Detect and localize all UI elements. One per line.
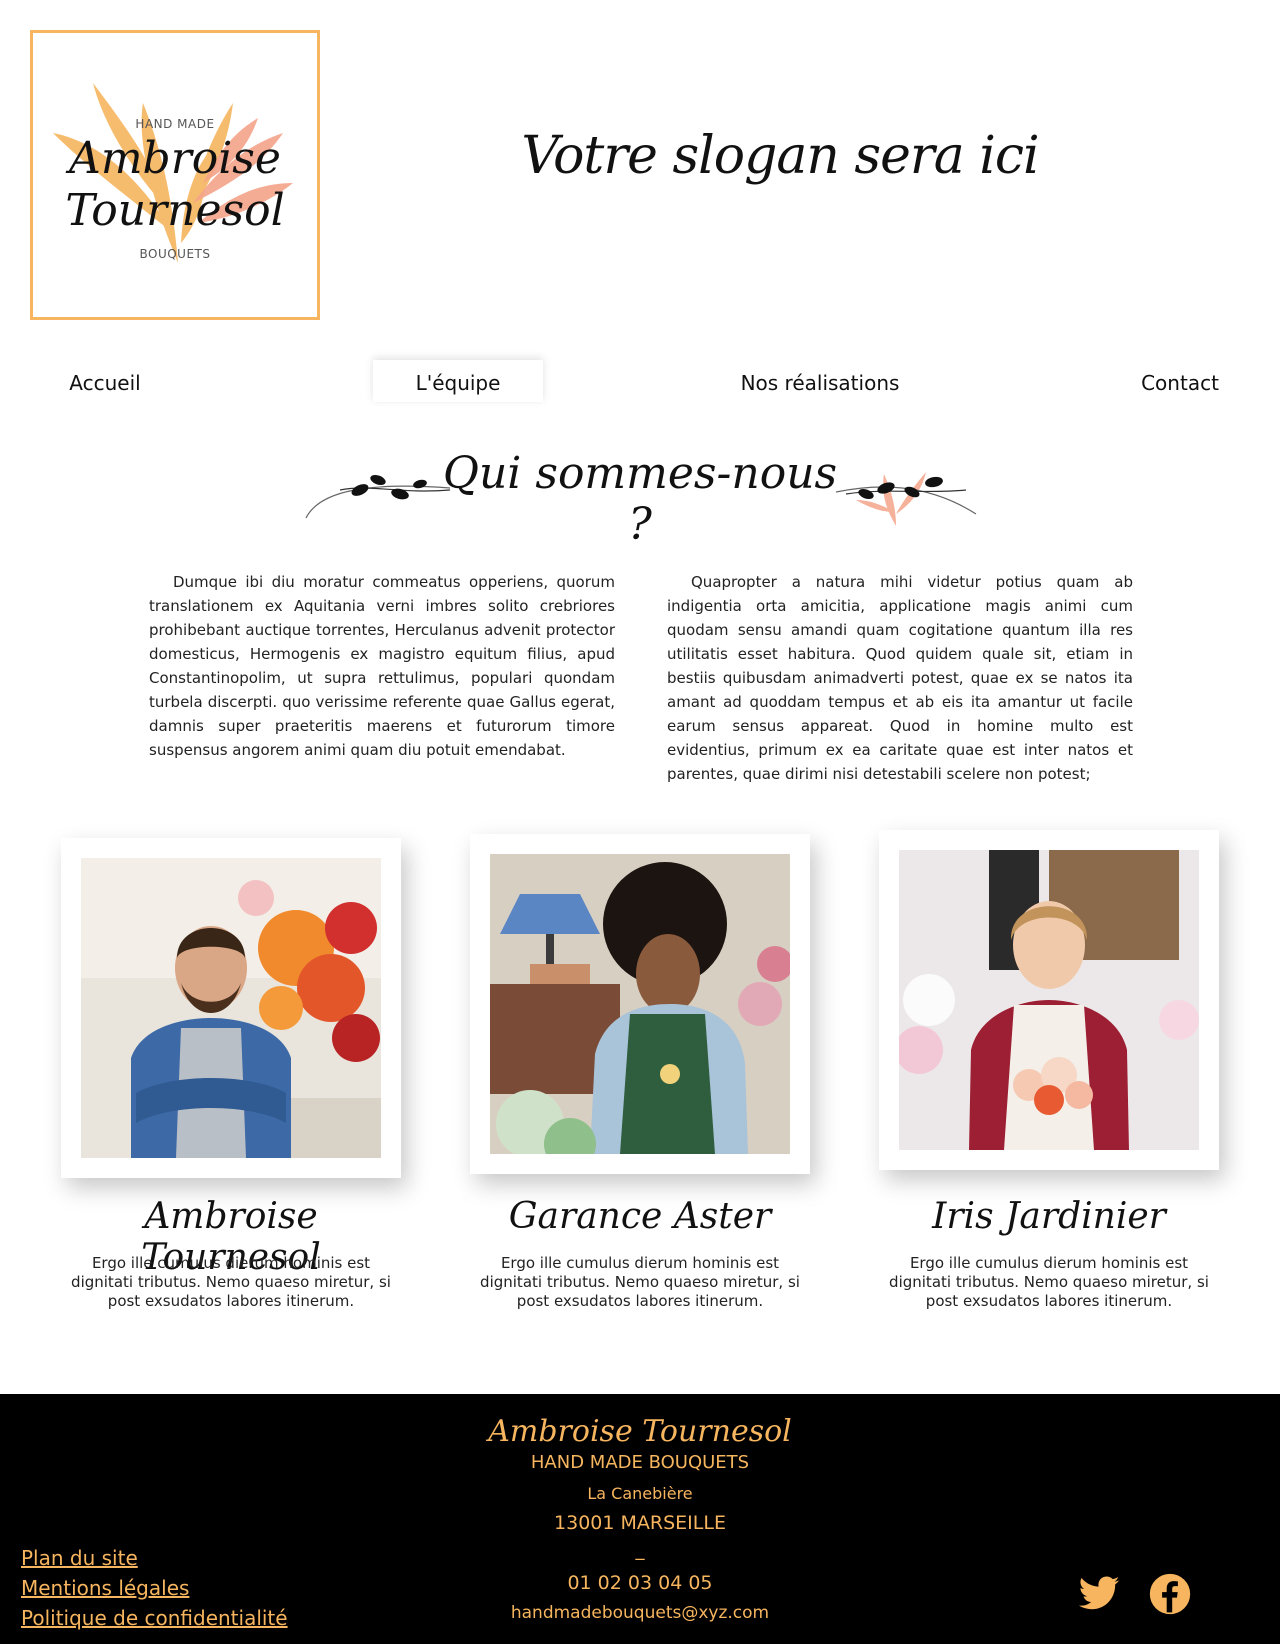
footer-email[interactable]: handmadebouquets@xyz.com [390, 1603, 890, 1623]
branch-left-ornament [305, 474, 451, 519]
footer: Ambroise Tournesol HAND MADE BOUQUETS La… [0, 1394, 1280, 1644]
footer-link-politique-confidentialite[interactable]: Politique de confidentialité [21, 1606, 288, 1630]
nav-item-equipe[interactable]: L'équipe [373, 360, 543, 402]
intro-right-paragraph: Quapropter a natura mihi videtur potius … [667, 573, 1133, 783]
team-member-bio: Ergo ille cumulus dierum hominis est dig… [480, 1254, 800, 1310]
twitter-icon[interactable] [1077, 1572, 1121, 1616]
footer-separator: _ [635, 1540, 645, 1561]
footer-phone[interactable]: 01 02 03 04 05 [390, 1572, 890, 1594]
team-photo-frame [470, 834, 810, 1174]
logo-top-text: HAND MADE [135, 117, 215, 131]
footer-brand: Ambroise Tournesol [488, 1414, 792, 1449]
nav-item-realisations[interactable]: Nos réalisations [720, 360, 920, 402]
main-nav: Accueil L'équipe Nos réalisations Contac… [0, 360, 1280, 402]
nav-item-contact[interactable]: Contact [1120, 360, 1240, 402]
team-member-bio: Ergo ille cumulus dierum hominis est dig… [889, 1254, 1209, 1310]
logo-bottom-text: BOUQUETS [139, 247, 211, 261]
team-photo [490, 854, 790, 1154]
team-member-name: Garance Aster [508, 1196, 772, 1237]
team-member-bio: Ergo ille cumulus dierum hominis est dig… [71, 1254, 391, 1310]
facebook-icon[interactable] [1148, 1572, 1192, 1616]
nav-item-accueil[interactable]: Accueil [40, 360, 170, 402]
logo-name-line1: Ambroise [69, 133, 281, 184]
team-member-name: Iris Jardinier [932, 1196, 1166, 1237]
team-photo-frame [61, 838, 401, 1178]
slogan: Votre slogan sera ici [521, 126, 1039, 186]
intro-left-paragraph: Dumque ibi diu moratur commeatus opperie… [149, 573, 615, 759]
team-photo [81, 858, 381, 1158]
footer-link-mentions-legales[interactable]: Mentions légales [21, 1576, 189, 1600]
footer-city: 13001 MARSEILLE [554, 1512, 726, 1534]
team-photo-frame [879, 830, 1219, 1170]
team-photo [899, 850, 1199, 1150]
footer-subtitle: HAND MADE BOUQUETS [530, 1452, 750, 1473]
footer-link-plan-du-site[interactable]: Plan du site [21, 1546, 138, 1570]
logo-name-line2: Tournesol [65, 185, 285, 236]
section-title: Qui sommes-nous ? [442, 448, 838, 550]
footer-street: La Canebière [587, 1484, 693, 1503]
branch-right-ornament [835, 472, 977, 526]
logo[interactable]: HAND MADE Ambroise Tournesol BOUQUETS [30, 30, 320, 320]
